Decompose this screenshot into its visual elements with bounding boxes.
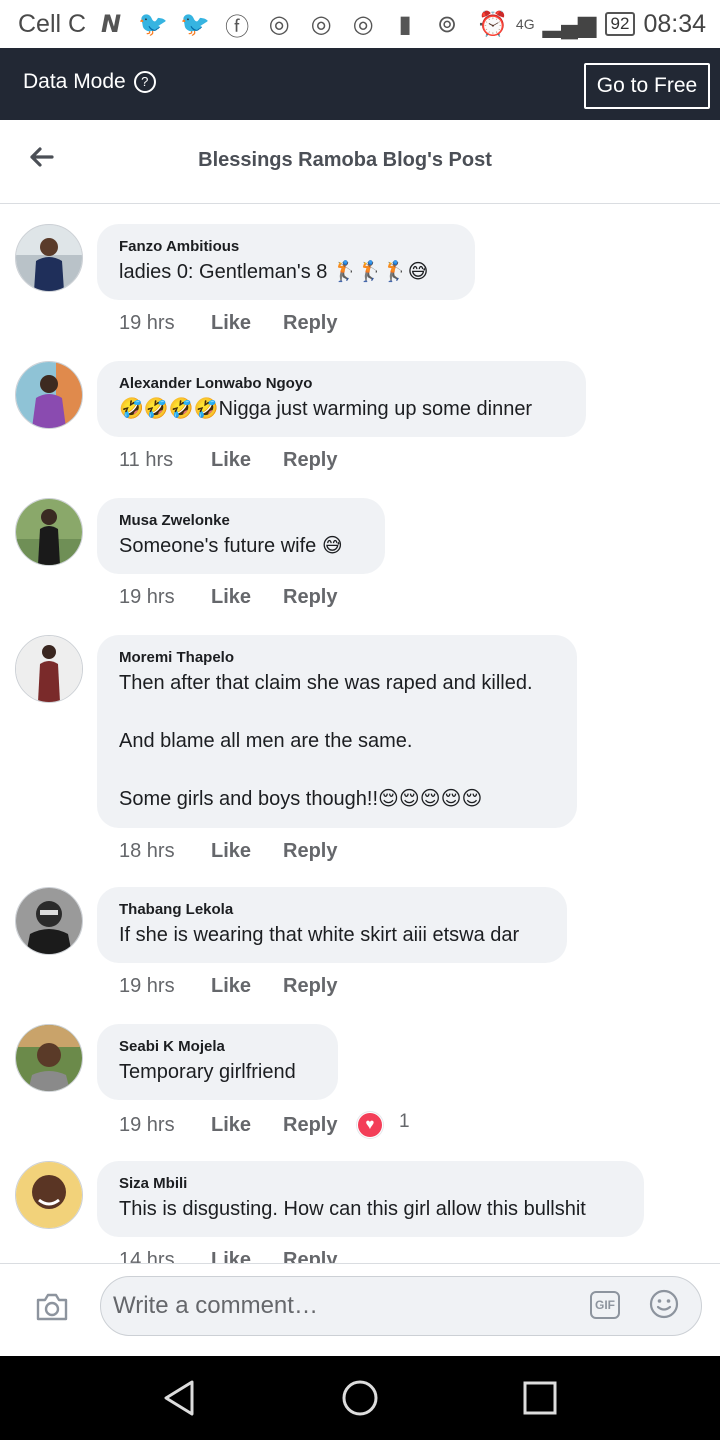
reply-button[interactable]: Reply — [283, 1249, 357, 1263]
comment-text: 🤣🤣🤣🤣Nigga just warming up some dinner — [119, 398, 533, 420]
comment-text: Temporary girlfriend — [119, 1061, 296, 1083]
page-title: Blessings Ramoba Blog's Post — [198, 149, 492, 171]
reply-button[interactable]: Reply — [283, 1114, 357, 1137]
comment-time[interactable]: 18 hrs — [119, 840, 211, 863]
chrome-icon: ◎ — [268, 10, 290, 38]
data-mode-bar: Data Mode? Go to Free — [0, 48, 720, 120]
comment-author[interactable]: Musa Zwelonke — [119, 512, 363, 530]
emoji-icon[interactable] — [649, 1289, 679, 1319]
comment-composer: GIF — [0, 1263, 720, 1357]
comment-bubble[interactable]: Musa Zwelonke Someone's future wife 😅 — [97, 498, 385, 574]
alarm-icon: ⏰ — [478, 10, 508, 38]
nav-recents-icon[interactable] — [520, 1378, 560, 1418]
comment-time[interactable]: 11 hrs — [119, 449, 211, 472]
avatar[interactable] — [15, 887, 83, 955]
gif-icon[interactable]: GIF — [590, 1291, 620, 1319]
comment-field[interactable]: GIF — [100, 1276, 702, 1336]
comment-actions: 14 hrs Like Reply — [119, 1249, 357, 1263]
reply-button[interactable]: Reply — [283, 449, 357, 472]
like-button[interactable]: Like — [211, 586, 283, 609]
notification-app-icon: 𝙉 — [101, 10, 122, 38]
network-type: 4G — [515, 16, 535, 32]
carrier-name: Cell C — [18, 9, 87, 38]
like-button[interactable]: Like — [211, 1249, 283, 1263]
comment-time[interactable]: 14 hrs — [119, 1249, 211, 1263]
comment-time[interactable]: 19 hrs — [119, 312, 211, 335]
go-to-free-button[interactable]: Go to Free — [584, 63, 710, 109]
location-icon: ⊚ — [437, 10, 458, 38]
comment-author[interactable]: Siza Mbili — [119, 1175, 622, 1193]
comment-actions: 19 hrs Like Reply — [119, 975, 357, 998]
status-right: ⏰ 4G ▂▄▆ 92 08:34 — [478, 0, 706, 48]
sd-card-icon: ▮ — [398, 10, 412, 38]
help-icon[interactable]: ? — [133, 71, 156, 93]
comment-author[interactable]: Thabang Lekola — [119, 901, 545, 919]
nav-home-icon[interactable] — [340, 1378, 380, 1418]
reply-button[interactable]: Reply — [283, 975, 357, 998]
like-button[interactable]: Like — [211, 449, 283, 472]
comment-text: And blame all men are the same. — [119, 730, 413, 752]
like-button[interactable]: Like — [211, 1114, 283, 1137]
avatar[interactable] — [15, 498, 83, 566]
love-reaction-icon: ♥ — [357, 1112, 383, 1138]
signal-icon: ▂▄▆ — [542, 10, 597, 38]
comment-text: Some girls and boys though!!😌😌😌😌😌 — [119, 788, 483, 810]
notification-icons: 𝙉 🐦 🐦 ⓕ ◎ ◎ ◎ ▮ ⊚ ··· — [94, 7, 506, 42]
like-button[interactable]: Like — [211, 975, 283, 998]
avatar[interactable] — [15, 1161, 83, 1229]
comment-bubble[interactable]: Thabang Lekola If she is wearing that wh… — [97, 887, 567, 963]
avatar[interactable] — [15, 224, 83, 292]
camera-icon[interactable] — [35, 1292, 69, 1322]
comment-actions: 19 hrs Like Reply — [119, 586, 357, 609]
comment-text: Then after that claim she was raped and … — [119, 672, 533, 694]
comment-actions: 19 hrs Like Reply ♥ 1 — [119, 1111, 410, 1138]
comment-actions: 18 hrs Like Reply — [119, 840, 357, 863]
post-header: Blessings Ramoba Blog's Post — [0, 120, 720, 204]
chrome-icon: ◎ — [310, 10, 332, 38]
comment-actions: 19 hrs Like Reply — [119, 312, 357, 335]
reaction-count: 1 — [399, 1111, 410, 1132]
comment-author[interactable]: Alexander Lonwabo Ngoyo — [119, 375, 564, 393]
twitter-icon: 🐦 — [138, 10, 169, 38]
comment-list[interactable]: Fanzo Ambitious ladies 0: Gentleman's 8 … — [0, 204, 720, 1263]
comment-time[interactable]: 19 hrs — [119, 586, 211, 609]
nav-back-icon[interactable] — [160, 1378, 200, 1418]
comment-bubble[interactable]: Seabi K Mojela Temporary girlfriend — [97, 1024, 338, 1100]
like-button[interactable]: Like — [211, 840, 283, 863]
comment-bubble[interactable]: Fanzo Ambitious ladies 0: Gentleman's 8 … — [97, 224, 475, 300]
system-nav-bar — [0, 1356, 720, 1440]
reaction-summary[interactable]: ♥ 1 — [357, 1111, 410, 1138]
reply-button[interactable]: Reply — [283, 312, 357, 335]
avatar[interactable] — [15, 635, 83, 703]
comment-author[interactable]: Seabi K Mojela — [119, 1038, 316, 1056]
comment-time[interactable]: 19 hrs — [119, 975, 211, 998]
avatar[interactable] — [15, 1024, 83, 1092]
comment-author[interactable]: Moremi Thapelo — [119, 649, 555, 667]
clock: 08:34 — [643, 9, 706, 38]
comment-time[interactable]: 19 hrs — [119, 1114, 211, 1137]
facebook-icon: ⓕ — [225, 13, 250, 41]
comment-text: If she is wearing that white skirt aiii … — [119, 924, 520, 946]
reply-button[interactable]: Reply — [283, 840, 357, 863]
comment-input[interactable] — [111, 1285, 575, 1327]
twitter-icon: 🐦 — [180, 10, 211, 38]
comment-text: This is disgusting. How can this girl al… — [119, 1198, 586, 1220]
data-mode-label[interactable]: Data Mode? — [23, 70, 156, 94]
like-button[interactable]: Like — [211, 312, 283, 335]
avatar[interactable] — [15, 361, 83, 429]
comment-text: Someone's future wife 😅 — [119, 535, 343, 557]
status-bar: Cell C 𝙉 🐦 🐦 ⓕ ◎ ◎ ◎ ▮ ⊚ ··· ⏰ 4G ▂▄▆ 92… — [0, 0, 720, 48]
battery-level: 92 — [604, 12, 636, 36]
comment-author[interactable]: Fanzo Ambitious — [119, 238, 453, 256]
comment-bubble[interactable]: Alexander Lonwabo Ngoyo 🤣🤣🤣🤣Nigga just w… — [97, 361, 586, 437]
chrome-icon: ◎ — [352, 10, 374, 38]
data-mode-text: Data Mode — [23, 70, 126, 93]
comment-text: ladies 0: Gentleman's 8 🏌🏌🏌😅 — [119, 261, 429, 283]
comment-bubble[interactable]: Siza Mbili This is disgusting. How can t… — [97, 1161, 644, 1237]
comment-actions: 11 hrs Like Reply — [119, 449, 357, 472]
reply-button[interactable]: Reply — [283, 586, 357, 609]
comment-bubble[interactable]: Moremi Thapelo Then after that claim she… — [97, 635, 577, 828]
